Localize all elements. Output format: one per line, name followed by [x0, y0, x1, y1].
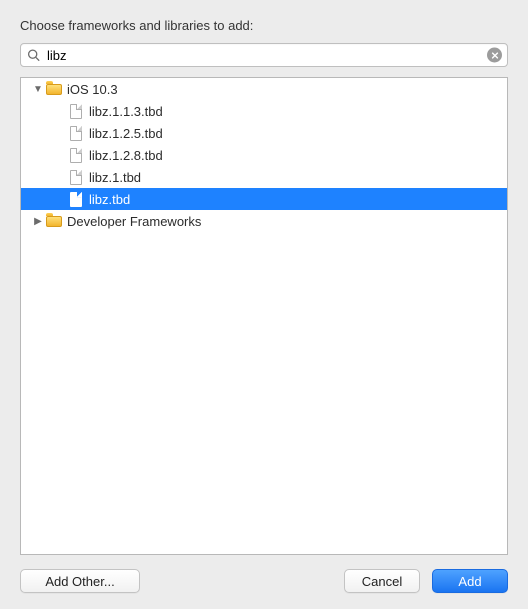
tree-row-label: libz.1.1.3.tbd [89, 104, 163, 119]
dialog-panel: Choose frameworks and libraries to add: … [0, 0, 528, 609]
folder-icon [45, 80, 63, 98]
frameworks-tree[interactable]: ▼iOS 10.3▶libz.1.1.3.tbd▶libz.1.2.5.tbd▶… [20, 77, 508, 555]
dialog-title: Choose frameworks and libraries to add: [20, 18, 508, 33]
clear-search-icon[interactable] [487, 48, 502, 63]
tree-row-label: libz.1.tbd [89, 170, 141, 185]
button-row: Add Other... Cancel Add [20, 569, 508, 593]
search-input[interactable] [20, 43, 508, 67]
tree-row-label: iOS 10.3 [67, 82, 118, 97]
folder-icon [45, 212, 63, 230]
file-icon [67, 190, 85, 208]
cancel-button[interactable]: Cancel [344, 569, 420, 593]
tree-row-label: Developer Frameworks [67, 214, 201, 229]
tree-row-label: libz.1.2.8.tbd [89, 148, 163, 163]
tree-row[interactable]: ▶ Developer Frameworks [21, 210, 507, 232]
tree-row[interactable]: ▼ iOS 10.3 [21, 78, 507, 100]
tree-row[interactable]: ▶libz.1.2.5.tbd [21, 122, 507, 144]
tree-row[interactable]: ▶libz.1.2.8.tbd [21, 144, 507, 166]
tree-row[interactable]: ▶libz.1.1.3.tbd [21, 100, 507, 122]
add-button[interactable]: Add [432, 569, 508, 593]
search-icon [27, 49, 40, 62]
file-icon [67, 168, 85, 186]
file-icon [67, 102, 85, 120]
tree-row-label: libz.1.2.5.tbd [89, 126, 163, 141]
file-icon [67, 124, 85, 142]
search-field-wrap [20, 43, 508, 67]
tree-row[interactable]: ▶libz.1.tbd [21, 166, 507, 188]
disclosure-triangle-icon[interactable]: ▶ [33, 216, 43, 227]
add-other-button[interactable]: Add Other... [20, 569, 140, 593]
tree-row[interactable]: ▶libz.tbd [21, 188, 507, 210]
tree-row-label: libz.tbd [89, 192, 130, 207]
file-icon [67, 146, 85, 164]
disclosure-triangle-icon[interactable]: ▼ [33, 84, 43, 95]
